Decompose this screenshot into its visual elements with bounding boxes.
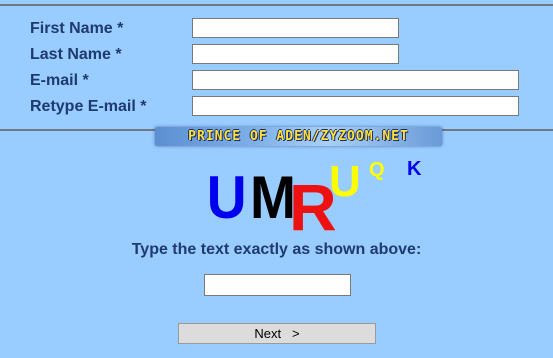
last-name-input[interactable] — [192, 44, 399, 64]
watermark-text: PRINCE OF ADEN/ZYZOOM.NET — [188, 129, 409, 144]
captcha-image: U M R U Q K — [205, 150, 445, 240]
first-name-input[interactable] — [192, 18, 399, 38]
captcha-char-5: Q — [369, 159, 385, 181]
watermark-banner: PRINCE OF ADEN/ZYZOOM.NET — [155, 127, 442, 146]
next-button[interactable]: Next > — [178, 323, 376, 344]
retype-email-input[interactable] — [192, 96, 519, 116]
email-input[interactable] — [192, 70, 519, 90]
retype-email-label: Retype E-mail * — [30, 98, 147, 115]
email-label: E-mail * — [30, 72, 89, 89]
top-divider — [0, 4, 553, 6]
captcha-prompt: Type the text exactly as shown above: — [131, 241, 422, 258]
captcha-answer-input[interactable] — [204, 274, 351, 296]
captcha-char-6: K — [407, 158, 422, 180]
first-name-label: First Name * — [30, 20, 124, 37]
captcha-char-1: U — [206, 164, 247, 231]
captcha-char-4: U — [329, 157, 361, 206]
last-name-label: Last Name * — [30, 46, 122, 63]
